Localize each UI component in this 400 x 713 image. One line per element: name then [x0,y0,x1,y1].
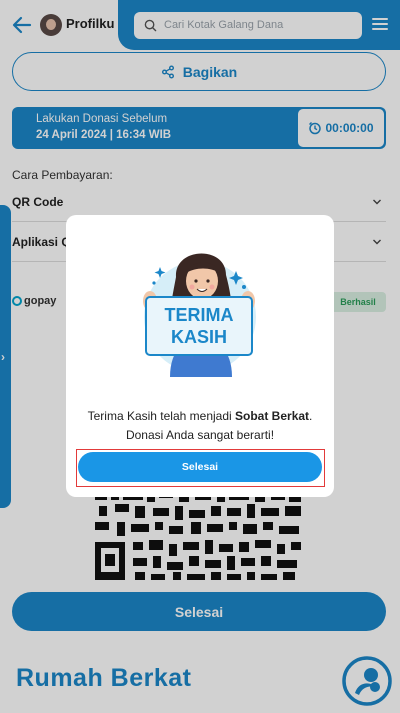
highlighted-button-frame: Selesai [76,449,325,487]
thank-you-modal: TERIMA KASIH Terima Kasih telah menjadi … [66,215,334,497]
modal-finish-button[interactable]: Selesai [78,452,322,482]
sign-text-line1: TERIMA [165,305,234,325]
sign-text-line2: KASIH [171,327,227,347]
thank-you-message: Terima Kasih telah menjadi Sobat Berkat.… [87,409,313,442]
thank-you-illustration: TERIMA KASIH [143,253,256,377]
